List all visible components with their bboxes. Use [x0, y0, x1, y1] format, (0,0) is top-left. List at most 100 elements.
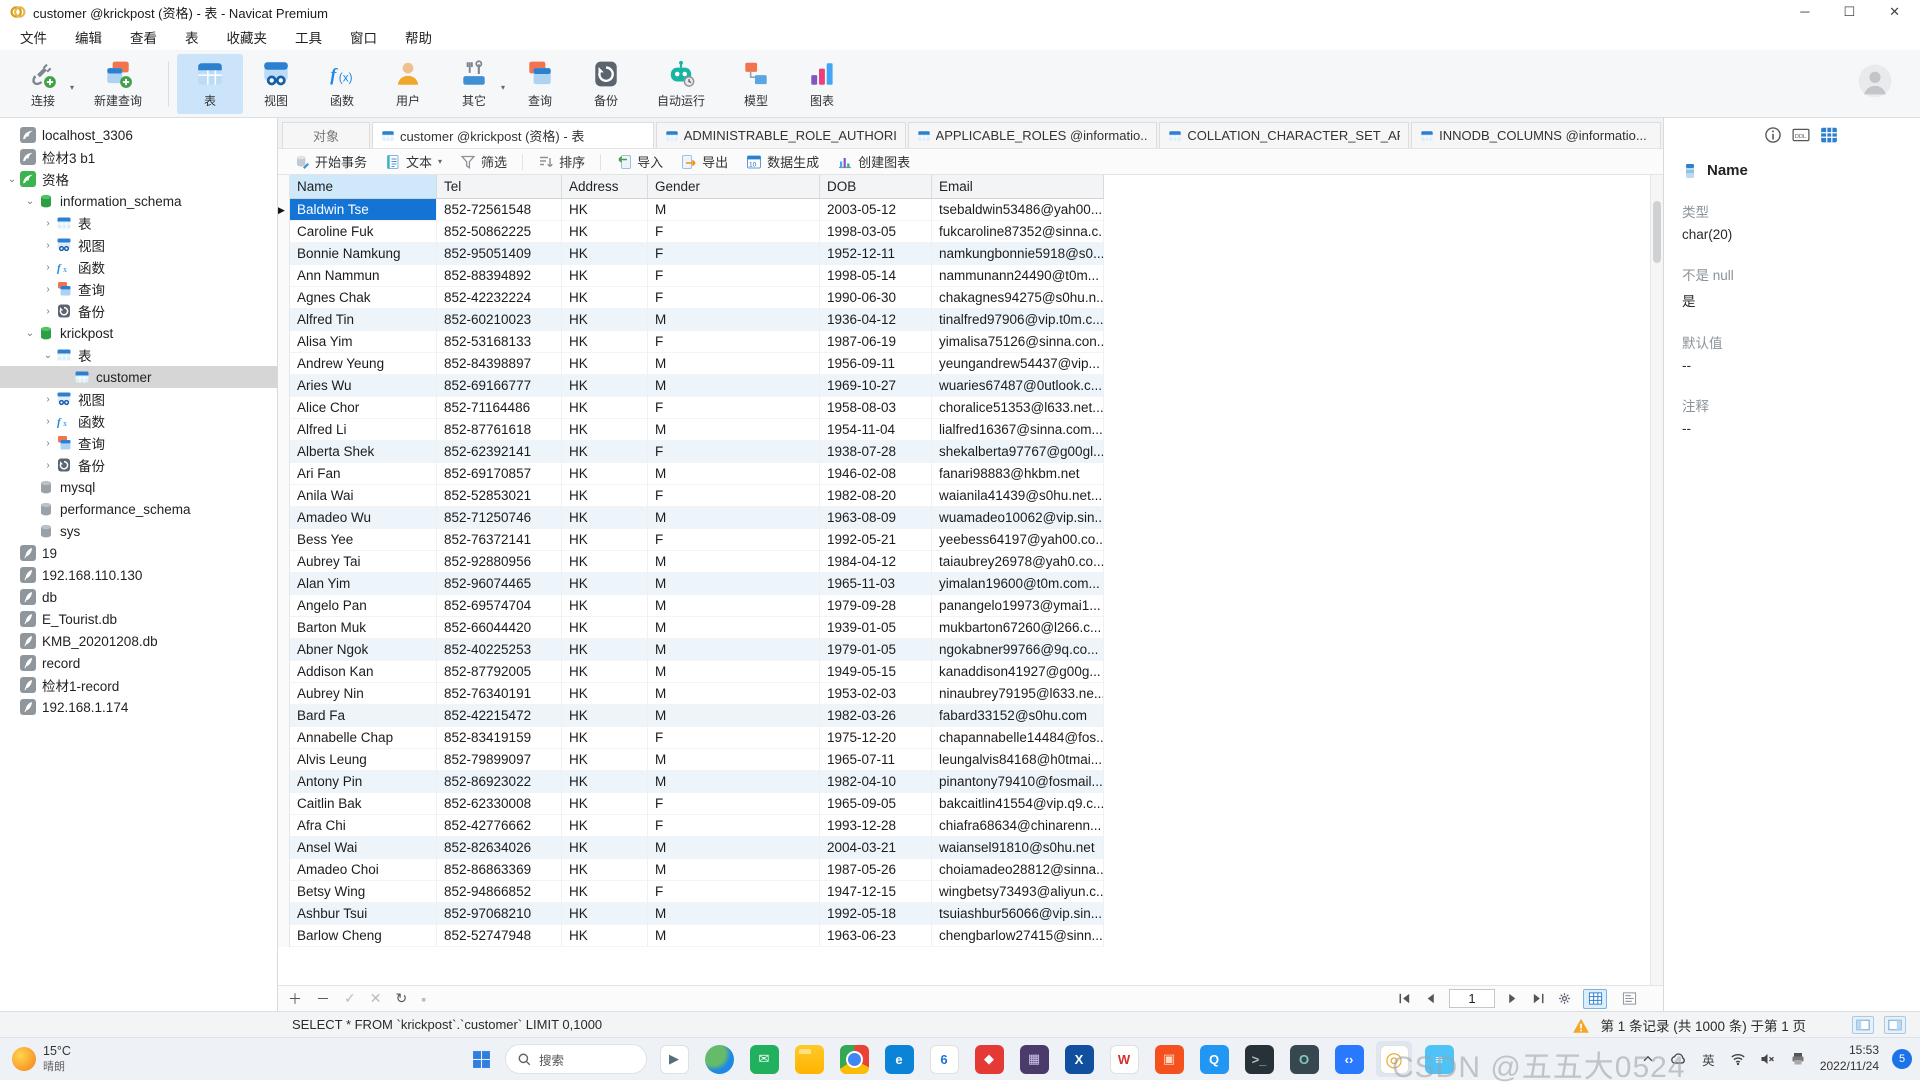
input-language-indicator[interactable]: 英 — [1700, 1051, 1717, 1068]
tab-4[interactable]: APPLICABLE_ROLES @informatio... — [908, 122, 1158, 148]
grid-cell[interactable]: 1936-04-12 — [820, 309, 932, 331]
grid-cell[interactable]: 1982-08-20 — [820, 485, 932, 507]
row-gutter[interactable] — [278, 859, 290, 881]
tree-item-19[interactable]: 19 — [0, 542, 277, 564]
grid-cell[interactable]: HK — [562, 441, 648, 463]
grid-cell[interactable]: 852-92880956 — [437, 551, 562, 573]
tree-item-备份[interactable]: ›备份 — [0, 454, 277, 476]
menu-item-8[interactable]: 帮助 — [391, 24, 446, 50]
grid-cell[interactable]: 1992-05-18 — [820, 903, 932, 925]
grid-cell[interactable]: M — [648, 463, 820, 485]
row-gutter[interactable] — [278, 485, 290, 507]
onedrive-cloud-icon[interactable] — [1670, 1051, 1687, 1068]
toolbar-connection-button[interactable]: 连接▾ — [10, 54, 76, 114]
menu-item-2[interactable]: 编辑 — [61, 24, 116, 50]
table-toolbar-datagen-button[interactable]: 10数据生成 — [738, 149, 827, 174]
warning-icon[interactable] — [1572, 1017, 1590, 1033]
grid-cell[interactable]: HK — [562, 661, 648, 683]
grid-cell[interactable]: 852-42215472 — [437, 705, 562, 727]
chevron-right-icon[interactable]: › — [42, 240, 54, 251]
printer-icon[interactable] — [1790, 1051, 1807, 1068]
grid-cell[interactable]: F — [648, 287, 820, 309]
taskbar-app-chat-app[interactable]: Q — [1196, 1041, 1232, 1077]
grid-cell[interactable]: M — [648, 507, 820, 529]
grid-cell[interactable]: M — [648, 705, 820, 727]
grid-cell[interactable]: 1947-12-15 — [820, 881, 932, 903]
grid-cell[interactable]: 852-87792005 — [437, 661, 562, 683]
grid-cell[interactable]: Alisa Yim — [290, 331, 437, 353]
chevron-up-icon[interactable] — [1640, 1051, 1657, 1068]
chevron-down-icon[interactable]: ⌄ — [42, 350, 54, 361]
grid-cell[interactable]: fanari98883@hkbm.net — [932, 463, 1104, 485]
row-gutter[interactable] — [278, 617, 290, 639]
toolbar-view-big-button[interactable]: 视图 — [243, 54, 309, 114]
tree-item-函数[interactable]: ›fx函数 — [0, 256, 277, 278]
row-gutter[interactable] — [278, 441, 290, 463]
row-gutter[interactable] — [278, 749, 290, 771]
grid-cell[interactable]: M — [648, 925, 820, 947]
tree-item-192.168.110.130[interactable]: 192.168.110.130 — [0, 564, 277, 586]
grid-cell[interactable]: HK — [562, 639, 648, 661]
grid-cell[interactable]: 852-62392141 — [437, 441, 562, 463]
grid-cell[interactable]: M — [648, 837, 820, 859]
taskbar-app-edge[interactable]: e — [881, 1041, 917, 1077]
table-toolbar-filter-button[interactable]: 筛选 — [452, 149, 515, 174]
grid-cell[interactable]: HK — [562, 463, 648, 485]
grid-cell[interactable]: Abner Ngok — [290, 639, 437, 661]
tree-item-mysql[interactable]: mysql — [0, 476, 277, 498]
grid-cell[interactable]: HK — [562, 485, 648, 507]
row-gutter[interactable] — [278, 397, 290, 419]
grid-cell[interactable]: HK — [562, 265, 648, 287]
minimize-button[interactable]: ─ — [1800, 4, 1809, 20]
tree-item-检材1-record[interactable]: 检材1-record — [0, 674, 277, 696]
row-gutter[interactable] — [278, 881, 290, 903]
row-gutter[interactable] — [278, 309, 290, 331]
table-toolbar-transaction-button[interactable]: 开始事务 — [286, 149, 375, 174]
grid-cell[interactable]: pinantony79410@fosmail... — [932, 771, 1104, 793]
grid-cell[interactable]: yimalisa75126@sinna.con... — [932, 331, 1104, 353]
grid-cell[interactable]: 852-87761618 — [437, 419, 562, 441]
grid-cell[interactable]: HK — [562, 837, 648, 859]
previous-page-button[interactable] — [1423, 991, 1439, 1007]
tree-item-E_Tourist.db[interactable]: E_Tourist.db — [0, 608, 277, 630]
grid-cell[interactable]: F — [648, 441, 820, 463]
grid-cell[interactable]: wuamadeo10062@vip.sin... — [932, 507, 1104, 529]
tree-item-视图[interactable]: ›视图 — [0, 388, 277, 410]
grid-cell[interactable]: M — [648, 749, 820, 771]
grid-cell[interactable]: F — [648, 529, 820, 551]
grid-cell[interactable]: Ansel Wai — [290, 837, 437, 859]
grid-cell[interactable]: HK — [562, 749, 648, 771]
vertical-scrollbar[interactable] — [1650, 175, 1663, 985]
add-record-button[interactable]: ＋ — [288, 989, 302, 1009]
taskbar-app-word[interactable]: W — [1106, 1041, 1142, 1077]
chevron-right-icon[interactable]: › — [42, 460, 54, 471]
taskbar-app-red-app[interactable]: ◆ — [971, 1041, 1007, 1077]
grid-cell[interactable]: ngokabner99766@9q.co... — [932, 639, 1104, 661]
grid-cell[interactable]: yeebess64197@yah00.co... — [932, 529, 1104, 551]
close-button[interactable]: ✕ — [1889, 4, 1900, 20]
grid-cell[interactable]: wingbetsy73493@aliyun.c... — [932, 881, 1104, 903]
grid-cell[interactable]: Amadeo Choi — [290, 859, 437, 881]
grid-cell[interactable]: HK — [562, 221, 648, 243]
grid-cell[interactable]: 852-71164486 — [437, 397, 562, 419]
grid-cell[interactable]: 1979-01-05 — [820, 639, 932, 661]
taskbar-app-chrome[interactable] — [836, 1041, 872, 1077]
grid-cell[interactable]: 852-42232224 — [437, 287, 562, 309]
maximize-button[interactable]: ☐ — [1843, 4, 1855, 20]
grid-cell[interactable]: Bonnie Namkung — [290, 243, 437, 265]
column-header-dob[interactable]: DOB — [820, 175, 932, 199]
grid-cell[interactable]: HK — [562, 529, 648, 551]
grid-cell[interactable]: Alfred Li — [290, 419, 437, 441]
grid-cell[interactable]: 1975-12-20 — [820, 727, 932, 749]
grid-cell[interactable]: 1982-04-10 — [820, 771, 932, 793]
grid-cell[interactable]: M — [648, 639, 820, 661]
grid-cell[interactable]: bakcaitlin41554@vip.q9.c... — [932, 793, 1104, 815]
grid-cell[interactable]: HK — [562, 705, 648, 727]
grid-cell[interactable]: 852-82634026 — [437, 837, 562, 859]
grid-cell[interactable]: 852-88394892 — [437, 265, 562, 287]
taskbar-app-blue-x-app[interactable]: X — [1061, 1041, 1097, 1077]
form-view-toggle[interactable] — [1617, 989, 1641, 1009]
grid-cell[interactable]: Aries Wu — [290, 375, 437, 397]
taskbar-app-terminal[interactable]: >_ — [1241, 1041, 1277, 1077]
grid-cell[interactable]: 1954-11-04 — [820, 419, 932, 441]
